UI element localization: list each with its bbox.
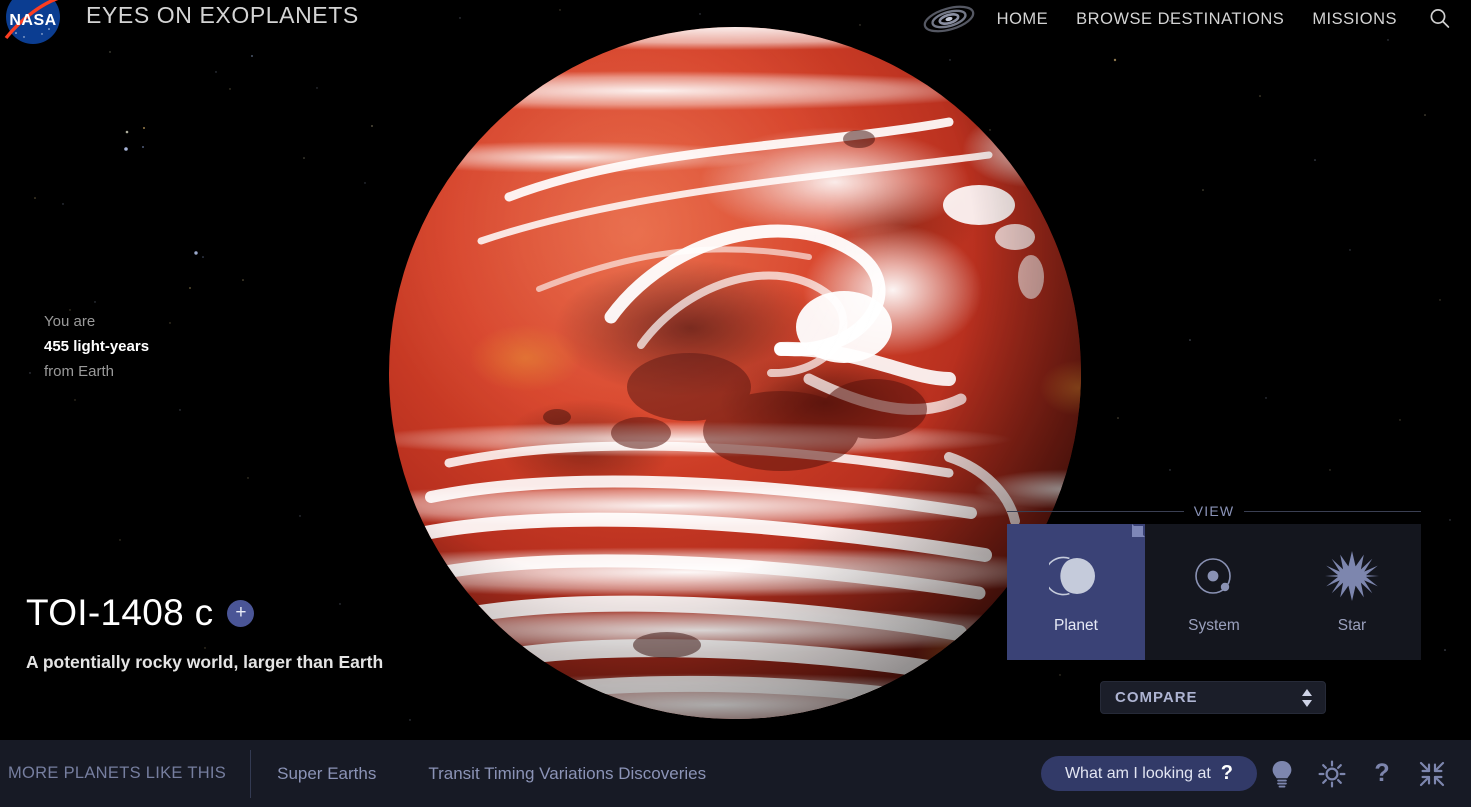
exit-fullscreen-icon [1419,761,1445,786]
view-tab-system-label: System [1188,617,1240,634]
top-header: NASA EYES ON EXOPLANETS HOME BROWSE DEST… [0,0,1471,44]
nav-item-home[interactable]: HOME [983,10,1063,29]
view-legend: VIEW [1007,500,1421,522]
help-button[interactable]: ? [1357,749,1407,799]
app-root: NASA EYES ON EXOPLANETS HOME BROWSE DEST… [0,0,1471,807]
nav-item-missions[interactable]: MISSIONS [1298,10,1411,29]
view-tab-star-label: Star [1337,617,1367,634]
related-link-transit-timing-variations[interactable]: Transit Timing Variations Discoveries [402,764,732,784]
planet-name-row: TOI-1408 c + [26,592,383,634]
view-tab-star[interactable]: Star [1283,524,1421,660]
related-links: Super Earths Transit Timing Variations D… [251,764,732,784]
app-title: EYES ON EXOPLANETS [86,2,359,28]
what-am-i-looking-at-label: What am I looking at [1064,764,1211,782]
distance-readout: You are 455 light-years from Earth [44,309,149,384]
planet-render-toi-1408-c[interactable] [389,27,1081,719]
more-planets-label: MORE PLANETS LIKE THIS [8,764,227,782]
view-tab-planet[interactable]: Planet [1007,524,1145,660]
nav-item-browse-destinations[interactable]: BROWSE DESTINATIONS [1062,10,1298,29]
compare-select[interactable]: COMPARE [1100,681,1326,714]
distance-value: 455 light-years [44,338,150,355]
lightbulb-icon [1272,760,1292,787]
nasa-logo[interactable]: NASA [2,0,68,50]
related-link-super-earths[interactable]: Super Earths [251,764,402,784]
system-orbit-icon [1195,558,1231,594]
what-am-i-looking-at-button[interactable]: What am I looking at ? [1040,756,1257,791]
bottom-bar-controls: What am I looking at ? ? [1040,749,1471,799]
view-legend-label: VIEW [1193,503,1235,519]
view-panel: VIEW Planet System Star [1007,500,1421,660]
view-tab-system[interactable]: System [1145,524,1283,660]
exit-fullscreen-button[interactable] [1407,749,1457,799]
planet-info-block: TOI-1408 c + A potentially rocky world, … [26,592,383,673]
svg-text:NASA: NASA [9,12,56,29]
compare-label: COMPARE [1115,689,1198,706]
bottom-bar: MORE PLANETS LIKE THIS Super Earths Tran… [0,740,1471,807]
main-nav: HOME BROWSE DESTINATIONS MISSIONS [921,0,1461,38]
active-corner-marker [1132,526,1143,537]
brightness-sun-icon [1318,760,1346,787]
updown-spinner-icon [1302,688,1312,707]
search-icon [1430,9,1450,28]
planet-tagline: A potentially rocky world, larger than E… [26,652,384,672]
view-tab-group: Planet System Star [1007,524,1421,660]
galaxy-icon [923,5,974,33]
page-title: TOI-1408 c [26,592,214,633]
what-am-i-looking-at-mark: ? [1220,762,1233,784]
search-button[interactable] [1419,2,1461,36]
brightness-settings-button[interactable] [1307,749,1357,799]
planet-icon [1049,556,1095,596]
legend-rule-left [1007,510,1184,512]
distance-prefix: You are [44,313,96,330]
add-to-list-button[interactable]: + [227,599,255,627]
distance-suffix: from Earth [44,363,115,380]
legend-rule-right [1244,510,1421,512]
tips-button[interactable] [1257,749,1307,799]
star-burst-icon [1325,551,1379,601]
view-tab-planet-label: Planet [1054,617,1098,634]
